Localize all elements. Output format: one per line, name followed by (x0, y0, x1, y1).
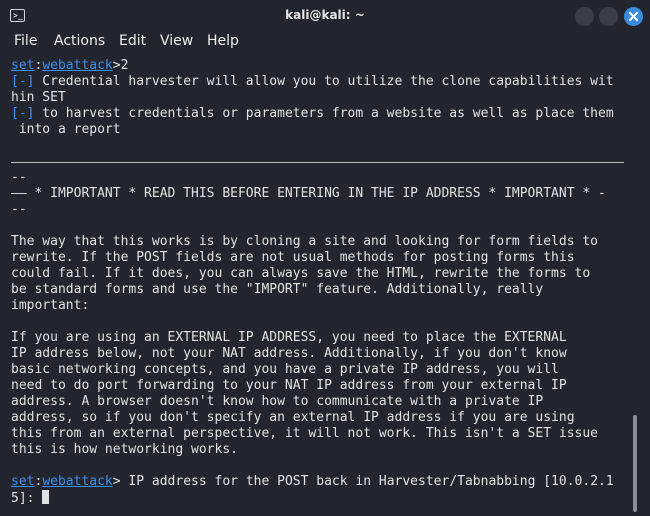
minimize-button[interactable] (575, 7, 594, 26)
info-line: into a report (11, 122, 121, 137)
paragraph-line: this from an external perspective, it wi… (11, 426, 598, 441)
maximize-button[interactable] (599, 7, 618, 26)
title-bar: >_ kali@kali: ~ (0, 0, 650, 32)
important-banner: —— * IMPORTANT * READ THIS BEFORE ENTERI… (11, 186, 606, 201)
menu-edit[interactable]: Edit (119, 33, 146, 49)
paragraph-line: If you are using an EXTERNAL IP ADDRESS,… (11, 330, 567, 345)
paragraph-line: be standard forms and use the "IMPORT" f… (11, 282, 544, 297)
close-icon (629, 12, 638, 21)
paragraph-line: rewrite. If the POST fields are not usua… (11, 250, 575, 265)
prompt-line: set:webattack> IP address for the POST b… (11, 474, 614, 489)
menu-view[interactable]: View (160, 33, 193, 49)
close-button[interactable] (624, 7, 643, 26)
prompt-line: set:webattack>2 (11, 58, 129, 73)
input-line[interactable]: 5]: (11, 490, 50, 506)
paragraph-line: basic networking concepts, and you have … (11, 362, 559, 377)
paragraph-line: need to do port forwarding to your NAT I… (11, 378, 567, 393)
menu-bar: File Actions Edit View Help (0, 32, 650, 54)
paragraph-line: this is how networking works. (11, 442, 238, 457)
paragraph-line: could fail. If it does, you can always s… (11, 266, 591, 281)
window-title: kali@kali: ~ (285, 8, 365, 22)
menu-file[interactable]: File (14, 33, 37, 49)
dash-line: -- (11, 170, 27, 185)
paragraph-line: IP address below, not your NAT address. … (11, 346, 567, 361)
terminal-output[interactable]: set:webattack>2 [-] Credential harvester… (0, 58, 650, 516)
paragraph-line: important: (11, 298, 90, 313)
scrollbar[interactable] (633, 415, 637, 512)
paragraph-line: address. A browser doesn't know how to c… (11, 394, 544, 409)
divider (11, 162, 624, 163)
terminal-window: >_ kali@kali: ~ File Actions Edit View H… (0, 0, 650, 516)
text-cursor (42, 490, 50, 504)
menu-actions[interactable]: Actions (54, 33, 105, 49)
info-line: hin SET (11, 90, 66, 105)
info-line: [-] Credential harvester will allow you … (11, 74, 614, 89)
menu-help[interactable]: Help (207, 33, 239, 49)
paragraph-line: address, so if you don't specify an exte… (11, 410, 575, 425)
info-line: [-] to harvest credentials or parameters… (11, 106, 614, 121)
dash-line: -- (11, 202, 27, 217)
paragraph-line: The way that this works is by cloning a … (11, 234, 598, 249)
